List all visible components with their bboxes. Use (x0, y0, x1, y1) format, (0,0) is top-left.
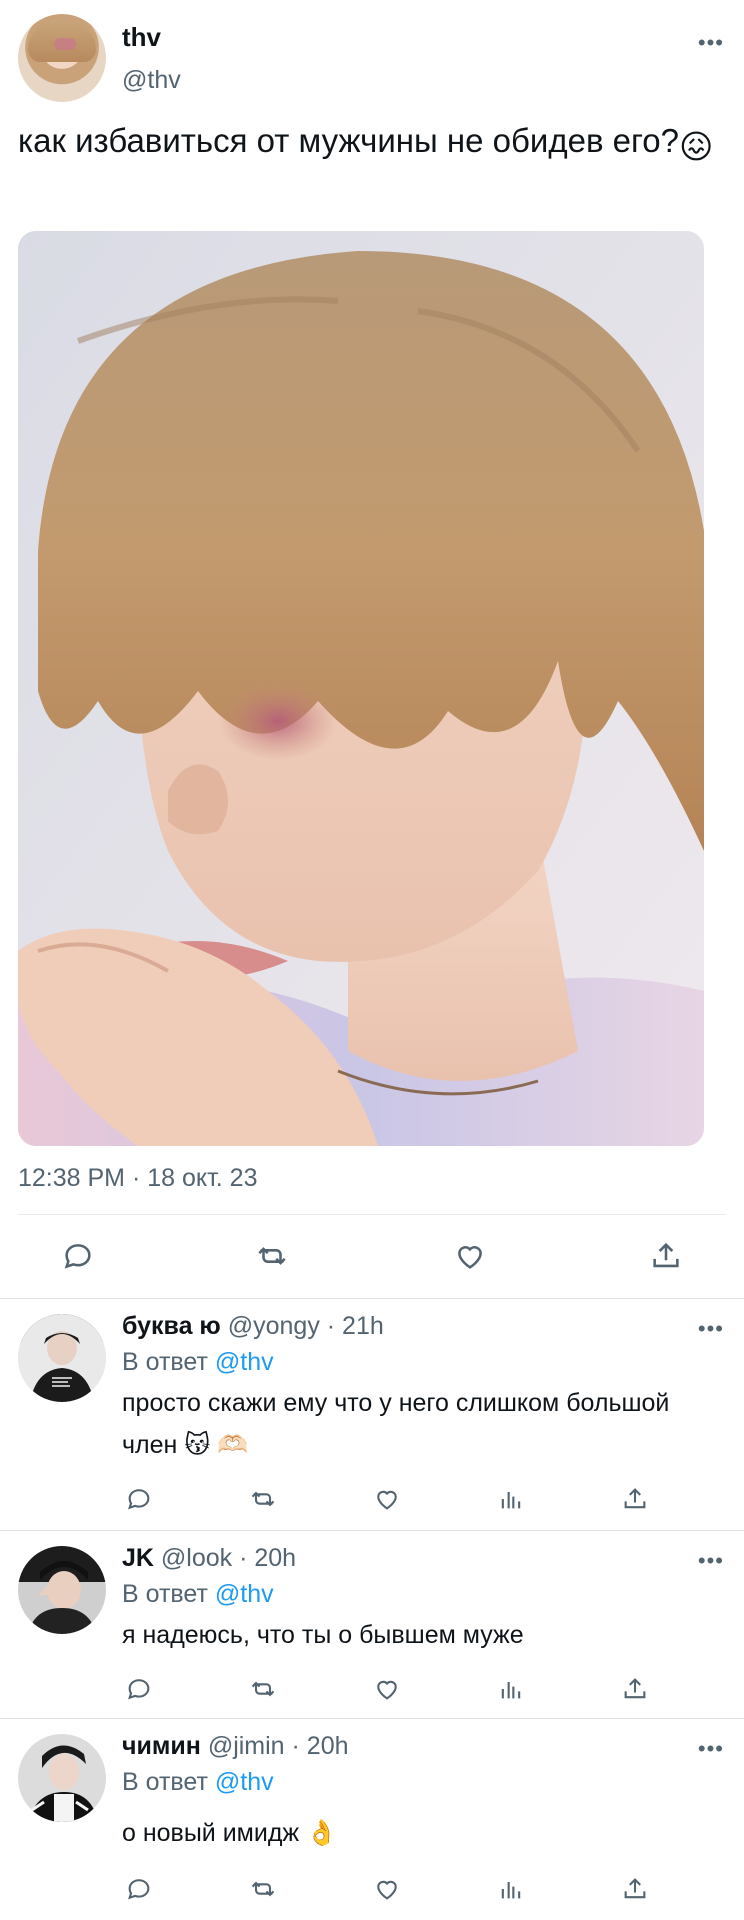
views-icon[interactable] (494, 1482, 528, 1516)
like-icon[interactable] (450, 1236, 490, 1276)
avatar-illustration (18, 1314, 106, 1402)
main-tweet: thv @thv ••• как избавиться от мужчины н… (0, 0, 744, 1300)
like-icon[interactable] (370, 1482, 404, 1516)
reply-to-prefix: В ответ (122, 1348, 208, 1376)
avatar[interactable] (18, 1314, 106, 1402)
retweet-icon[interactable] (252, 1236, 292, 1276)
tweet-photo[interactable] (18, 231, 704, 1146)
avatar-hair-highlight (54, 38, 76, 50)
views-icon[interactable] (494, 1672, 528, 1706)
reply-to-line: В ответ @thv (122, 1580, 274, 1609)
reply-to-prefix: В ответ (122, 1768, 208, 1796)
reply-author-line: буква ю @yongy · 21h (122, 1312, 384, 1341)
reply-handle-time[interactable]: @yongy · 21h (228, 1312, 384, 1340)
avatar-illustration (18, 1734, 106, 1822)
more-icon[interactable]: ••• (698, 30, 724, 56)
author-handle[interactable]: @thv (122, 66, 181, 95)
divider (18, 1214, 726, 1215)
share-icon[interactable] (618, 1872, 652, 1906)
share-icon[interactable] (646, 1236, 686, 1276)
reply-to-link[interactable]: @thv (215, 1768, 274, 1796)
reply-icon[interactable] (122, 1872, 156, 1906)
author-name[interactable]: thv (122, 22, 161, 53)
tweet-text: как избавиться от мужчины не обидев его?… (18, 118, 718, 170)
more-icon[interactable]: ••• (698, 1548, 724, 1574)
reply-item[interactable]: чимин @jimin · 20h ••• В ответ @thv о но… (0, 1718, 744, 1920)
avatar[interactable] (18, 1546, 106, 1634)
reply-item[interactable]: буква ю @yongy · 21h ••• В ответ @thv пр… (0, 1298, 744, 1530)
share-icon[interactable] (618, 1482, 652, 1516)
tweet-emoji: 😖 (679, 128, 714, 165)
author-avatar[interactable] (18, 14, 106, 102)
like-icon[interactable] (370, 1872, 404, 1906)
reply-to-link[interactable]: @thv (215, 1580, 274, 1608)
more-icon[interactable]: ••• (698, 1316, 724, 1342)
more-icon[interactable]: ••• (698, 1736, 724, 1762)
avatar-illustration (18, 1546, 106, 1634)
share-icon[interactable] (618, 1672, 652, 1706)
reply-item[interactable]: JK @look · 20h ••• В ответ @thv я надеюс… (0, 1530, 744, 1718)
reply-author-line: чимин @jimin · 20h (122, 1732, 349, 1761)
reply-handle-time[interactable]: @jimin · 20h (208, 1732, 349, 1760)
tweet-text-content: как избавиться от мужчины не обидев его? (18, 122, 680, 159)
avatar[interactable] (18, 1734, 106, 1822)
reply-author-name[interactable]: JK (122, 1544, 154, 1572)
reply-icon[interactable] (58, 1236, 98, 1276)
reply-text: о новый имидж 👌 (122, 1819, 338, 1847)
reply-to-line: В ответ @thv (122, 1348, 274, 1377)
reply-icon[interactable] (122, 1482, 156, 1516)
like-icon[interactable] (370, 1672, 404, 1706)
reply-handle-time[interactable]: @look · 20h (161, 1544, 296, 1572)
reply-icon[interactable] (122, 1672, 156, 1706)
reply-author-name[interactable]: буква ю (122, 1312, 221, 1340)
reply-text: я надеюсь, что ты о бывшем муже (122, 1621, 524, 1649)
reply-to-link[interactable]: @thv (215, 1348, 274, 1376)
photo-illustration (18, 231, 704, 1146)
reply-to-prefix: В ответ (122, 1580, 208, 1608)
retweet-icon[interactable] (246, 1872, 280, 1906)
tweet-timestamp[interactable]: 12:38 PM · 18 окт. 23 (18, 1164, 257, 1193)
reply-to-line: В ответ @thv (122, 1768, 274, 1797)
reply-author-name[interactable]: чимин (122, 1732, 201, 1760)
retweet-icon[interactable] (246, 1482, 280, 1516)
reply-text: просто скажи ему что у него слишком боль… (122, 1389, 670, 1459)
views-icon[interactable] (494, 1872, 528, 1906)
reply-author-line: JK @look · 20h (122, 1544, 296, 1573)
retweet-icon[interactable] (246, 1672, 280, 1706)
